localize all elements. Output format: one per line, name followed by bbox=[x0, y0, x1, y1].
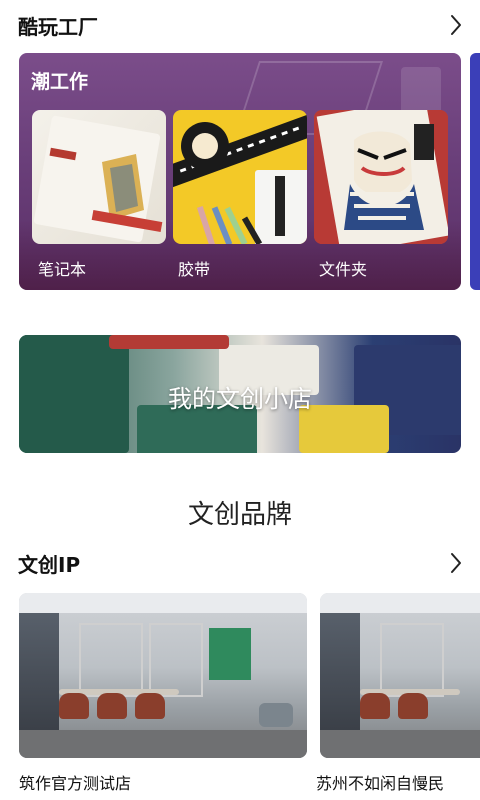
next-card-peek[interactable] bbox=[470, 53, 480, 290]
cool-factory-title: 酷玩工厂 bbox=[18, 14, 98, 39]
product-label-folder: 文件夹 bbox=[319, 260, 368, 279]
ip-card[interactable] bbox=[19, 593, 307, 758]
cool-factory-header[interactable]: 酷玩工厂 bbox=[18, 10, 466, 40]
ip-card-image bbox=[19, 593, 307, 758]
my-shop-title: 我的文创小店 bbox=[168, 385, 312, 413]
product-label-tape: 胶带 bbox=[178, 260, 211, 279]
ip-card-name: 苏州不如闲自慢民 bbox=[316, 774, 445, 793]
ip-card[interactable] bbox=[320, 593, 480, 758]
my-shop-banner[interactable]: 我的文创小店 bbox=[19, 335, 461, 453]
brand-heading: 文创品牌 bbox=[187, 500, 292, 530]
ip-card-image bbox=[320, 593, 480, 758]
chevron-right-icon[interactable] bbox=[446, 13, 466, 37]
banner-decoration bbox=[109, 335, 229, 349]
trend-work-card[interactable]: 潮工作 笔记本 胶带 文件夹 bbox=[19, 53, 461, 290]
ip-section-header[interactable]: 文创IP bbox=[18, 548, 466, 578]
trend-work-title: 潮工作 bbox=[31, 71, 89, 93]
ip-card-name: 筑作官方测试店 bbox=[19, 774, 132, 793]
ip-section-title: 文创IP bbox=[18, 552, 81, 577]
product-label-notebook: 笔记本 bbox=[38, 260, 87, 279]
chevron-right-icon[interactable] bbox=[446, 551, 466, 575]
tape-product-image[interactable] bbox=[173, 110, 307, 244]
notebook-product-image[interactable] bbox=[32, 110, 166, 244]
folder-product-image[interactable] bbox=[314, 110, 448, 244]
